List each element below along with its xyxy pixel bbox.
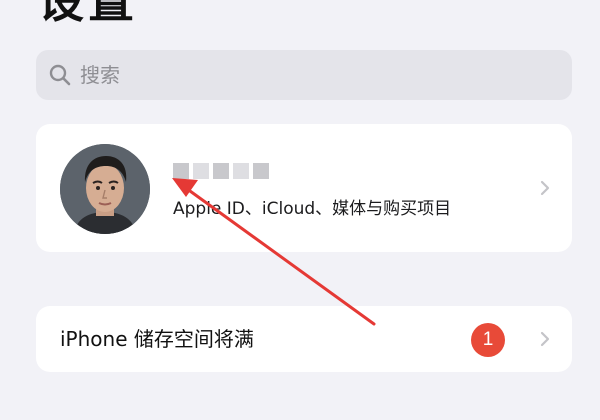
search-icon — [48, 63, 72, 87]
profile-subtitle: Apple ID、iCloud、媒体与购买项目 — [173, 199, 452, 219]
obscured-pixel — [213, 163, 229, 179]
obscured-pixel — [253, 163, 269, 179]
avatar — [60, 144, 150, 234]
page-title: 设置 — [38, 0, 138, 28]
notification-badge: 1 — [471, 323, 505, 357]
search-bar[interactable]: 搜索 — [36, 50, 572, 100]
obscured-pixel — [193, 163, 209, 179]
chevron-right-icon — [540, 180, 550, 196]
profile-name-obscured — [173, 154, 283, 188]
chevron-right-icon — [540, 331, 550, 347]
obscured-pixel — [233, 163, 249, 179]
apple-id-profile-row[interactable]: Apple ID、iCloud、媒体与购买项目 — [36, 124, 572, 252]
storage-label: iPhone 储存空间将满 — [60, 327, 254, 351]
search-input[interactable]: 搜索 — [80, 63, 120, 87]
obscured-pixel — [173, 163, 189, 179]
storage-warning-row[interactable]: iPhone 储存空间将满 1 — [36, 306, 572, 372]
